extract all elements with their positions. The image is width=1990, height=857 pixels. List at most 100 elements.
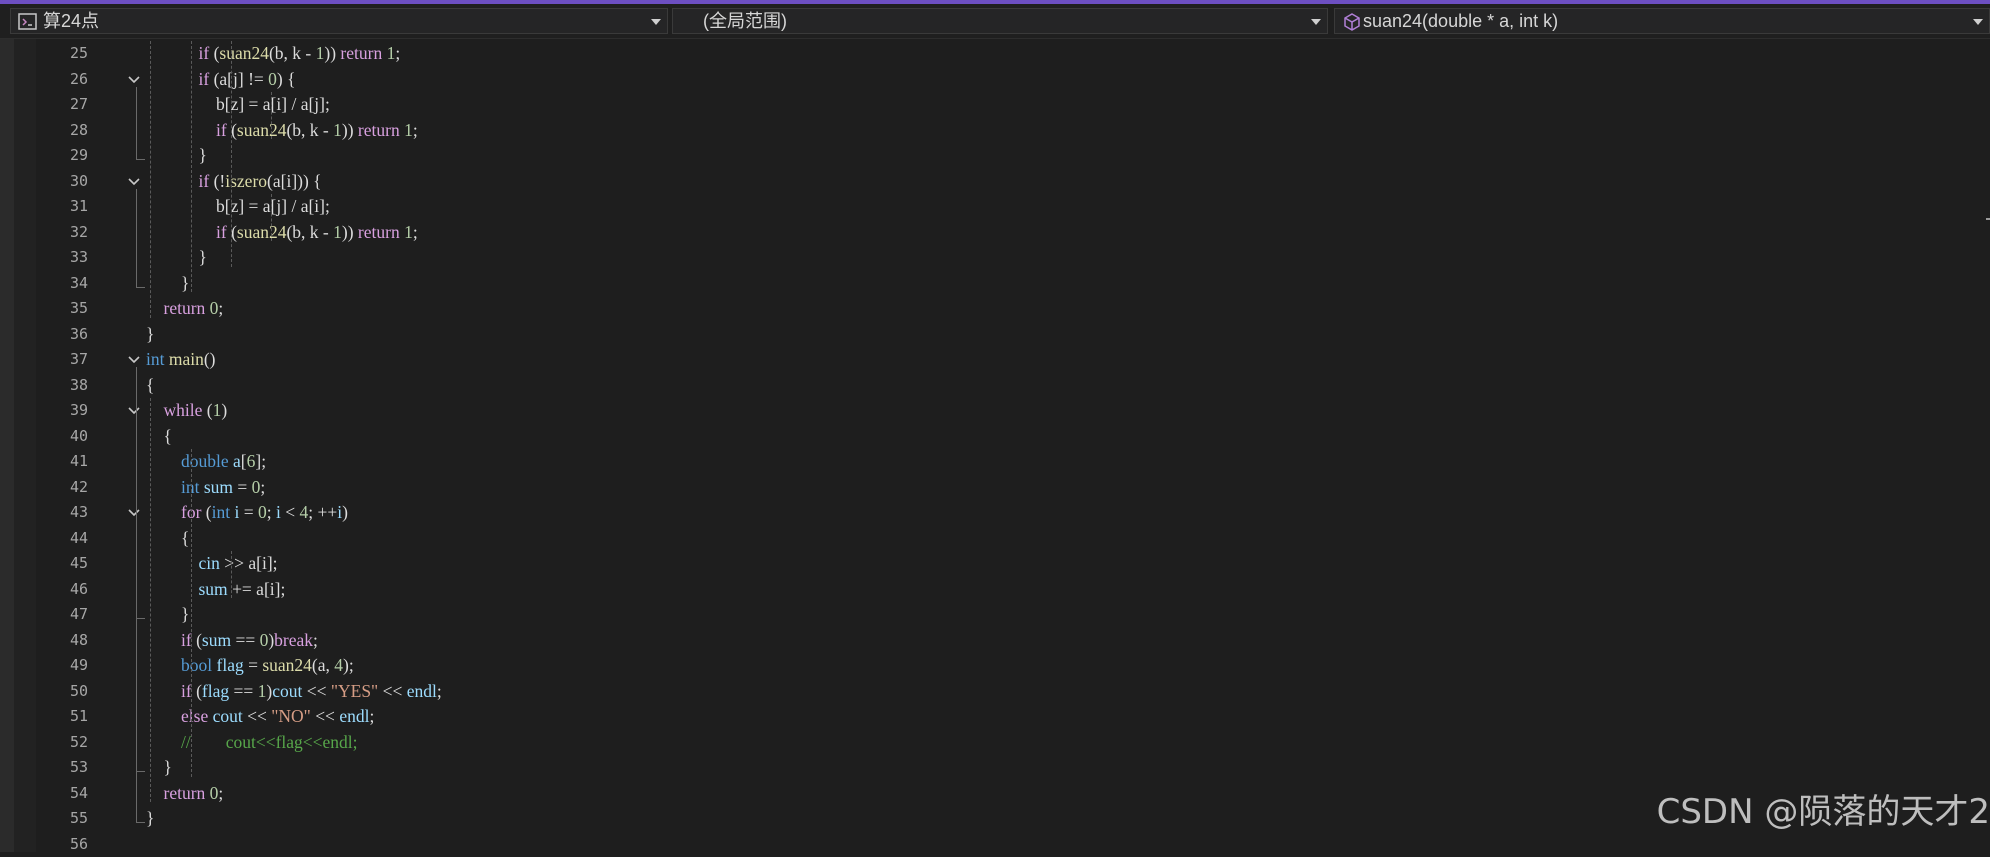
code-line[interactable]: 32 if (suan24(b, k - 1)) return 1;: [0, 220, 1990, 246]
code-token: <<: [302, 681, 331, 701]
code-line[interactable]: 45 cin >> a[i];: [0, 551, 1990, 577]
code-token: return: [164, 783, 206, 803]
code-line[interactable]: 35 return 0;: [0, 296, 1990, 322]
code-line[interactable]: 36}: [0, 322, 1990, 348]
code-line[interactable]: 39 while (1): [0, 398, 1990, 424]
code-token: (: [209, 43, 219, 63]
code-token: ;: [437, 681, 442, 701]
file-dropdown[interactable]: 算24点: [10, 8, 668, 34]
code-token: [146, 451, 181, 471]
line-number: 48: [40, 628, 88, 654]
code-line[interactable]: 49 bool flag = suan24(a, 4);: [0, 653, 1990, 679]
code-token: >> a[i];: [220, 553, 278, 573]
function-dropdown[interactable]: suan24(double * a, int k): [1334, 8, 1990, 34]
code-text: sum += a[i];: [146, 577, 285, 603]
code-text: b[z] = a[j] / a[i];: [146, 194, 330, 220]
code-text: if (suan24(b, k - 1)) return 1;: [146, 41, 400, 67]
code-token: <<: [378, 681, 407, 701]
code-token: sum: [202, 630, 231, 650]
code-token: =: [233, 477, 252, 497]
code-line[interactable]: 43 for (int i = 0; i < 4; ++i): [0, 500, 1990, 526]
indent-guide: [150, 398, 151, 802]
line-number: 41: [40, 449, 88, 475]
code-text: cin >> a[i];: [146, 551, 278, 577]
code-token: ==: [231, 630, 260, 650]
line-number: 52: [40, 730, 88, 756]
code-token: suan24: [262, 655, 312, 675]
line-number: 33: [40, 245, 88, 271]
line-number: 28: [40, 118, 88, 144]
code-token: [146, 681, 181, 701]
code-token: ;: [313, 630, 318, 650]
code-token: [146, 706, 181, 726]
code-line[interactable]: 46 sum += a[i];: [0, 577, 1990, 603]
code-token: ;: [395, 43, 400, 63]
code-token: [146, 477, 181, 497]
code-token: [146, 120, 216, 140]
code-line[interactable]: 44 {: [0, 526, 1990, 552]
code-line[interactable]: 42 int sum = 0;: [0, 475, 1990, 501]
code-line[interactable]: 40 {: [0, 424, 1990, 450]
code-line[interactable]: 26 if (a[j] != 0) {: [0, 67, 1990, 93]
code-token: (: [201, 502, 211, 522]
code-token: {: [146, 528, 189, 548]
code-line[interactable]: 50 if (flag == 1)cout << "YES" << endl;: [0, 679, 1990, 705]
code-line[interactable]: 51 else cout << "NO" << endl;: [0, 704, 1990, 730]
code-line[interactable]: 29 }: [0, 143, 1990, 169]
code-token: if: [199, 69, 210, 89]
line-number: 47: [40, 602, 88, 628]
code-line[interactable]: 30 if (!iszero(a[i])) {: [0, 169, 1990, 195]
code-token: ;: [267, 502, 276, 522]
line-number: 34: [40, 271, 88, 297]
code-text: }: [146, 602, 189, 628]
line-number: 32: [40, 220, 88, 246]
line-number: 51: [40, 704, 88, 730]
code-line[interactable]: 41 double a[6];: [0, 449, 1990, 475]
code-token: [146, 400, 164, 420]
indent-guide: [271, 92, 272, 139]
code-token: ;: [413, 120, 418, 140]
chevron-down-icon: [1311, 19, 1321, 25]
code-token: }: [146, 604, 189, 624]
code-text: else cout << "NO" << endl;: [146, 704, 374, 730]
code-line[interactable]: 33 }: [0, 245, 1990, 271]
code-line[interactable]: 48 if (sum == 0)break;: [0, 628, 1990, 654]
fold-chevron-icon[interactable]: [128, 354, 140, 366]
code-token: += a[i];: [228, 579, 286, 599]
indent-guide: [231, 41, 232, 267]
code-line[interactable]: 31 b[z] = a[j] / a[i];: [0, 194, 1990, 220]
code-text: }: [146, 271, 189, 297]
code-token: ;: [260, 477, 265, 497]
code-token: suan24: [237, 222, 287, 242]
code-token: =: [239, 502, 258, 522]
line-number: 42: [40, 475, 88, 501]
line-number: 27: [40, 92, 88, 118]
code-line[interactable]: 38{: [0, 373, 1990, 399]
code-token: return: [358, 222, 400, 242]
code-line[interactable]: 34 }: [0, 271, 1990, 297]
code-token: double: [181, 451, 229, 471]
code-token: }: [146, 247, 207, 267]
code-token: int: [146, 349, 164, 369]
code-line[interactable]: 37int main(): [0, 347, 1990, 373]
code-token: (a,: [312, 655, 334, 675]
code-token: [146, 732, 181, 752]
code-line[interactable]: 28 if (suan24(b, k - 1)) return 1;: [0, 118, 1990, 144]
code-line[interactable]: 52 // cout<<flag<<endl;: [0, 730, 1990, 756]
code-line[interactable]: 25 if (suan24(b, k - 1)) return 1;: [0, 41, 1990, 67]
line-number: 43: [40, 500, 88, 526]
code-token: ==: [229, 681, 258, 701]
code-line[interactable]: 27 b[z] = a[i] / a[j];: [0, 92, 1990, 118]
code-token: int: [212, 502, 230, 522]
scope-dropdown[interactable]: (全局范围): [672, 8, 1328, 34]
fold-chevron-icon[interactable]: [128, 176, 140, 188]
code-line[interactable]: 53 }: [0, 755, 1990, 781]
method-cube-icon: [1341, 11, 1363, 33]
code-token: if: [199, 171, 210, 191]
code-line[interactable]: 56: [0, 832, 1990, 857]
code-line[interactable]: 47 }: [0, 602, 1990, 628]
code-text: }: [146, 322, 154, 348]
code-editor[interactable]: 25 if (suan24(b, k - 1)) return 1;26 if …: [0, 39, 1990, 852]
fold-chevron-icon[interactable]: [128, 74, 140, 86]
code-token: ): [221, 400, 227, 420]
